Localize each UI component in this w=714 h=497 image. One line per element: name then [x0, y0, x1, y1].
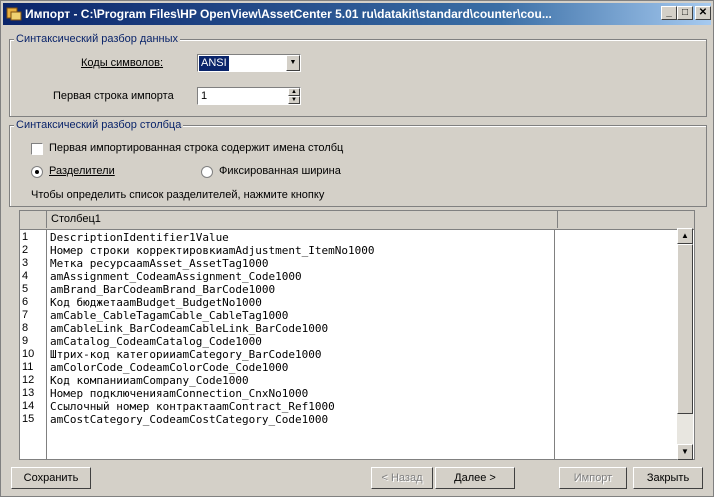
radio-fixed-width-label: Фиксированная ширина: [219, 165, 341, 177]
data-parsing-group: Синтаксический разбор данных: [9, 33, 707, 117]
row-number: 13: [22, 387, 35, 399]
close-button[interactable]: Закрыть: [633, 467, 703, 489]
row-number: 12: [22, 374, 35, 386]
minimize-button[interactable]: _: [661, 6, 677, 20]
table-row[interactable]: 2 Номер строки корректировкиamAdjustment_…: [20, 244, 554, 257]
row-text: Номер строки корректировкиamAdjustment_I…: [50, 244, 375, 257]
row-text: amCable_CableTagamCable_CableTag1000: [50, 309, 289, 322]
app-icon: [6, 7, 22, 21]
row-text: Номер подключенияamConnection_CnxNo1000: [50, 387, 309, 400]
row-number: 10: [22, 348, 35, 360]
separator-hint: Чтобы определить список разделителей, на…: [31, 189, 325, 201]
save-button[interactable]: Сохранить: [11, 467, 91, 489]
row-number: 9: [22, 335, 29, 347]
row-text: amCostCategory_CodeamCostCategory_Code10…: [50, 413, 329, 426]
chevron-down-icon[interactable]: ▼: [286, 55, 300, 71]
table-row[interactable]: 4 amAssignment_CodeamAssignment_Code1000: [20, 270, 554, 283]
radio-separators[interactable]: [31, 166, 43, 178]
data-parsing-group-label: Синтаксический разбор данных: [14, 33, 180, 45]
preview-grid[interactable]: Столбец1 1 DescriptionIdentifier1Value 2 Н…: [19, 210, 695, 460]
row-text: Метка ресурсаamAsset_AssetTag1000: [50, 257, 269, 270]
table-row[interactable]: 8 amCableLink_BarCodeamCableLink_BarCode1…: [20, 322, 554, 335]
header-row-checkbox[interactable]: [31, 143, 43, 155]
window-title: Импорт - C:\Program Files\HP OpenView\As…: [25, 7, 552, 21]
row-text: Штрих-код категорииamCategory_BarCode100…: [50, 348, 322, 361]
row-number: 2: [22, 244, 29, 256]
first-row-value: 1: [201, 90, 208, 102]
grid-header: Столбец1: [20, 211, 694, 230]
row-text: Код бюджетаamBudget_BudgetNo1000: [50, 296, 262, 309]
column-header[interactable]: Столбец1: [47, 211, 558, 228]
radio-fixed-width[interactable]: [201, 166, 213, 178]
table-row[interactable]: 12 Код компанииamCompany_Code1000: [20, 374, 554, 387]
import-dialog: Импорт - C:\Program Files\HP OpenView\As…: [0, 0, 714, 497]
row-text: amCableLink_BarCodeamCableLink_BarCode10…: [50, 322, 329, 335]
close-window-button[interactable]: ✕: [695, 6, 711, 20]
table-row[interactable]: 14 Ссылочный номер контрактаamContract_Re…: [20, 400, 554, 413]
first-row-label: Первая строка импорта: [53, 90, 174, 102]
column-parsing-group-label: Синтаксический разбор столбца: [14, 119, 184, 131]
row-number: 14: [22, 400, 35, 412]
column-header-empty: [555, 211, 694, 228]
spin-up-icon[interactable]: ▲: [288, 88, 300, 96]
row-text: Ссылочный номер контрактаamContract_Ref1…: [50, 400, 335, 413]
grid-corner: [20, 211, 47, 228]
table-row[interactable]: 10 Штрих-код категорииamCategory_BarCode1…: [20, 348, 554, 361]
table-row[interactable]: 13 Номер подключенияamConnection_CnxNo100…: [20, 387, 554, 400]
row-number: 4: [22, 270, 29, 282]
scroll-up-icon[interactable]: ▲: [677, 228, 693, 244]
header-row-label: Первая импортированная строка содержит и…: [49, 142, 344, 154]
first-row-stepper[interactable]: 1 ▲ ▼: [197, 87, 301, 105]
row-number: 8: [22, 322, 29, 334]
row-number: 5: [22, 283, 29, 295]
table-row[interactable]: 3 Метка ресурсаamAsset_AssetTag1000: [20, 257, 554, 270]
row-text: amColorCode_CodeamColorCode_Code1000: [50, 361, 289, 374]
table-row[interactable]: 5 amBrand_BarCodeamBrand_BarCode1000: [20, 283, 554, 296]
import-button[interactable]: Импорт: [559, 467, 627, 489]
table-row[interactable]: 9 amCatalog_CodeamCatalog_Code1000: [20, 335, 554, 348]
row-number: 1: [22, 231, 29, 243]
radio-selected-dot: [35, 170, 39, 174]
row-text: amBrand_BarCodeamBrand_BarCode1000: [50, 283, 276, 296]
encoding-value: ANSI: [199, 56, 229, 71]
scroll-thumb[interactable]: [677, 244, 693, 414]
row-text: amAssignment_CodeamAssignment_Code1000: [50, 270, 302, 283]
table-row[interactable]: 11 amColorCode_CodeamColorCode_Code1000: [20, 361, 554, 374]
row-text: Код компанииamCompany_Code1000: [50, 374, 249, 387]
table-row[interactable]: 15 amCostCategory_CodeamCostCategory_Code…: [20, 413, 554, 426]
column-divider: [554, 229, 555, 459]
encoding-label: Коды символов:: [81, 57, 164, 69]
encoding-select[interactable]: ANSI ▼: [197, 54, 301, 72]
table-row[interactable]: 1 DescriptionIdentifier1Value: [20, 231, 554, 244]
row-number: 6: [22, 296, 29, 308]
row-text: amCatalog_CodeamCatalog_Code1000: [50, 335, 262, 348]
next-button[interactable]: Далее >: [435, 467, 515, 489]
spin-down-icon[interactable]: ▼: [288, 96, 300, 104]
table-row[interactable]: 6 Код бюджетаamBudget_BudgetNo1000: [20, 296, 554, 309]
radio-separators-label: Разделители: [49, 165, 115, 177]
scroll-down-icon[interactable]: ▼: [677, 444, 693, 460]
row-number: 11: [22, 361, 34, 373]
back-button[interactable]: < Назад: [371, 467, 433, 489]
maximize-button[interactable]: □: [677, 6, 693, 20]
row-number: 3: [22, 257, 29, 269]
title-bar[interactable]: Импорт - C:\Program Files\HP OpenView\As…: [3, 3, 711, 25]
vertical-scrollbar[interactable]: ▲ ▼: [677, 228, 693, 460]
table-row[interactable]: 7 amCable_CableTagamCable_CableTag1000: [20, 309, 554, 322]
row-text: DescriptionIdentifier1Value: [50, 231, 229, 244]
row-number: 7: [22, 309, 29, 321]
row-number: 15: [22, 413, 35, 425]
